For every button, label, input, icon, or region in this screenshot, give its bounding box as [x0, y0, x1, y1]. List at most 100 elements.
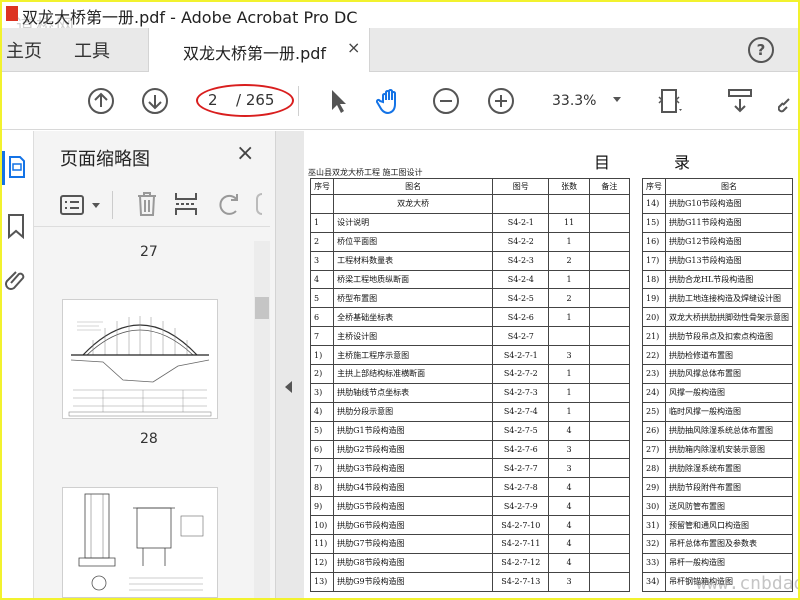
link-icon[interactable]	[778, 87, 798, 115]
drawing-name: 桥型布置图	[333, 288, 494, 309]
tab-home[interactable]: 主页	[6, 37, 42, 63]
table-row: 5 桥型布置图 S4-2-5 2	[309, 288, 631, 309]
drawing-name: 拱肋除湿系统布置图	[665, 458, 793, 479]
drawing-name: 拱肋G4节段构造图	[333, 477, 494, 498]
drawing-name: 吊杆总体布置图及参数表	[665, 534, 793, 554]
table-row: 24) 风撑一般构造图	[642, 382, 793, 403]
collapse-panel-icon[interactable]	[285, 381, 292, 393]
table-row: 18) 拱肋合龙HL节段构造图	[642, 269, 793, 290]
row-number: 20)	[642, 307, 666, 328]
table-row: 7 主桥设计图 S4-2-7	[309, 326, 631, 347]
table-row: 6) 拱肋G2节段构造图 S4-2-7-6 3	[309, 439, 631, 460]
toc-table-left: 序号 图名 图号 张数 备注 双龙大桥 1 设计说明 S4-2-1 11 2 桥位平面图 S…	[309, 178, 631, 592]
options-menu-icon[interactable]	[60, 195, 86, 215]
document-tab-label: 双龙大桥第一册.pdf	[183, 44, 327, 63]
sheet-count: 4	[548, 515, 590, 536]
hand-tool-icon[interactable]	[376, 87, 404, 115]
column-header: 备注	[588, 178, 631, 195]
red-highlight-circle	[196, 84, 294, 117]
drawing-name: 设计说明	[333, 212, 494, 233]
rotate-clockwise-icon[interactable]	[256, 193, 262, 215]
options-caret-icon[interactable]	[92, 203, 100, 208]
panel-scrollbar-thumb[interactable]	[255, 297, 269, 319]
page-number-box[interactable]: 2 / 265	[196, 84, 294, 117]
table-row: 25) 临时风撑一般构造图	[642, 401, 793, 422]
sheet-count: 3	[548, 439, 590, 460]
delete-page-icon[interactable]	[136, 191, 158, 217]
tab-tools[interactable]: 工具	[74, 37, 110, 63]
section-row: 双龙大桥	[309, 194, 631, 214]
table-row: 11) 拱肋G7节段构造图 S4-2-7-11 4	[309, 534, 631, 554]
drawing-name: 送风防管布置图	[665, 496, 793, 517]
table-row: 3) 拱肋轴线节点坐标表 S4-2-7-3 1	[309, 382, 631, 403]
zoom-level[interactable]: 33.3%	[552, 93, 596, 109]
thumbnail-page-label: 27	[140, 244, 158, 260]
row-number: 6)	[309, 439, 335, 460]
remark-cell	[588, 288, 631, 309]
page-down-icon[interactable]	[141, 87, 169, 115]
panel-scrollbar-track[interactable]	[254, 241, 270, 598]
remark-cell	[588, 307, 631, 328]
row-number: 31)	[642, 515, 666, 536]
row-number: 28)	[642, 458, 666, 479]
drawing-code: S4-2-3	[492, 250, 550, 271]
row-number: 10)	[309, 515, 335, 536]
app-window: 双龙大桥第一册.pdf - Adobe Acrobat Pro DC 道桥网 主…	[2, 2, 798, 598]
fit-page-icon[interactable]	[656, 87, 684, 115]
row-number: 30)	[642, 496, 666, 517]
select-cursor-icon[interactable]	[324, 87, 352, 115]
table-row: 29) 拱肋节段附件布置图	[642, 477, 793, 498]
sheet-count: 3	[548, 345, 590, 366]
attachment-icon[interactable]	[5, 269, 27, 295]
table-row: 32) 吊杆总体布置图及参数表	[642, 534, 793, 554]
close-tab-icon[interactable]: ×	[347, 38, 360, 57]
extract-pages-icon[interactable]	[174, 191, 198, 217]
table-row: 1) 主桥施工程序示意图 S4-2-7-1 3	[309, 345, 631, 366]
tab-document[interactable]: 双龙大桥第一册.pdf ×	[148, 28, 370, 73]
sheet-count: 4	[548, 496, 590, 517]
column-header: 图名	[333, 178, 494, 195]
remark-cell	[588, 458, 631, 479]
bookmark-icon[interactable]	[7, 213, 25, 239]
column-header: 张数	[548, 178, 590, 195]
remark-cell	[588, 496, 631, 517]
drawing-code: S4-2-6	[492, 307, 550, 328]
thumbnail-page-28[interactable]	[62, 299, 218, 419]
remark-cell	[588, 439, 631, 460]
table-row: 5) 拱肋G1节段构造图 S4-2-7-5 4	[309, 420, 631, 441]
row-number: 5	[309, 288, 335, 309]
panel-splitter[interactable]	[276, 131, 304, 598]
close-panel-icon[interactable]: ×	[236, 141, 254, 166]
row-number: 25)	[642, 401, 666, 422]
row-number: 6	[309, 307, 335, 328]
drawing-code: S4-2-7-8	[492, 477, 550, 498]
scroll-mode-icon[interactable]	[726, 87, 754, 115]
main-toolbar: 2 / 265 33.3%	[2, 72, 798, 130]
table-row: 1 设计说明 S4-2-1 11	[309, 212, 631, 233]
table-row: 9) 拱肋G5节段构造图 S4-2-7-9 4	[309, 496, 631, 517]
drawing-name: 拱肋G5节段构造图	[333, 496, 494, 517]
thumbnail-page-29[interactable]	[62, 487, 218, 598]
table-row: 12) 拱肋G8节段构造图 S4-2-7-12 4	[309, 552, 631, 573]
zoom-dropdown-icon[interactable]	[613, 97, 621, 102]
thumbnail-tools	[34, 181, 270, 227]
sheet-count: 1	[548, 382, 590, 403]
bridge-drawing-thumbnail	[68, 316, 212, 417]
tab-bar: 主页 工具 双龙大桥第一册.pdf × ?	[2, 28, 798, 73]
table-row: 13) 拱肋G9节段构造图 S4-2-7-13 3	[309, 571, 631, 592]
remark-cell	[588, 571, 631, 592]
drawing-name: 拱肋G13节段构造图	[665, 250, 793, 271]
zoom-out-icon[interactable]	[432, 87, 460, 115]
row-number: 4)	[309, 401, 335, 422]
sheet-count: 2	[548, 288, 590, 309]
drawing-name: 拱肋G2节段构造图	[333, 439, 494, 460]
page-thumbnails-icon[interactable]	[7, 155, 27, 179]
rotate-counterclockwise-icon[interactable]	[216, 191, 242, 217]
page-up-icon[interactable]	[87, 87, 115, 115]
row-number: 18)	[642, 269, 666, 290]
help-icon[interactable]: ?	[748, 37, 774, 63]
document-view[interactable]: 目录 巫山县双龙大桥工程 施工图设计 序号 图名 图号 张数 备注 双龙大桥 1…	[304, 131, 798, 598]
zoom-in-icon[interactable]	[487, 87, 515, 115]
remark-cell	[588, 515, 631, 536]
table-row: 16) 拱肋G12节段构造图	[642, 231, 793, 252]
